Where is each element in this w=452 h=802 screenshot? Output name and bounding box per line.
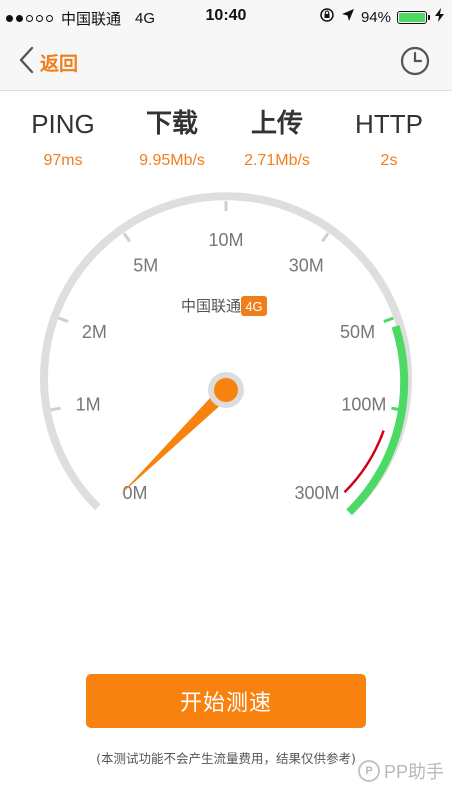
gauge-tick xyxy=(383,316,394,323)
gauge-tick xyxy=(122,232,131,243)
gauge-tick xyxy=(391,406,402,412)
gauge-tick xyxy=(321,232,330,243)
gauge-svg: 0M 1M 2M 5M 10M 30M 50M 100M 300M 中国联通 4G xyxy=(40,192,412,516)
status-right: 94% xyxy=(319,7,444,27)
gauge-tick-label: 0M xyxy=(122,483,147,503)
stat-label: HTTP xyxy=(355,109,423,139)
back-button[interactable]: 返回 xyxy=(18,42,78,82)
back-label: 返回 xyxy=(40,52,79,75)
stat-http: HTTP 2s xyxy=(334,104,444,170)
gauge-tick-label: 300M xyxy=(294,483,339,503)
gauge-tick xyxy=(50,406,61,412)
stat-value: 97ms xyxy=(43,152,83,169)
stat-ping: PING 97ms xyxy=(8,104,118,170)
battery-percent: 94% xyxy=(360,8,391,26)
stat-label: 下载 xyxy=(145,109,198,139)
gauge-tick-label: 30M xyxy=(289,255,324,275)
speed-stats: PING 97ms 下载 9.95Mb/s 上传 2.71Mb/s HTTP 2… xyxy=(0,104,452,184)
stat-label: 上传 xyxy=(250,109,303,139)
clock-icon xyxy=(398,46,432,82)
gauge-carrier-label: 中国联通 xyxy=(181,297,241,315)
stat-value: 2s xyxy=(380,152,398,169)
status-bar: 中国联通 4G 10:40 94% xyxy=(0,0,452,34)
gauge-tick-label: 2M xyxy=(82,322,107,342)
gauge-tick-label: 1M xyxy=(76,394,101,414)
location-arrow-icon xyxy=(341,8,355,26)
stat-value: 2.71Mb/s xyxy=(244,152,310,169)
gauge-tick-label: 5M xyxy=(133,255,158,275)
rotation-lock-icon xyxy=(319,7,335,27)
pp-logo-icon: P xyxy=(357,760,380,782)
stat-value: 9.95Mb/s xyxy=(139,152,205,169)
nav-bar: 返回 xyxy=(0,34,452,91)
battery-icon xyxy=(397,10,430,24)
speed-gauge: 0M 1M 2M 5M 10M 30M 50M 100M 300M 中国联通 4G xyxy=(0,190,452,550)
gauge-hub-center xyxy=(214,378,238,402)
history-button[interactable] xyxy=(398,44,432,78)
watermark: P PP助手 xyxy=(357,758,444,784)
stat-label: PING xyxy=(31,109,95,139)
stat-download: 下载 9.95Mb/s xyxy=(117,104,227,170)
network-badge-label: 4G xyxy=(245,299,262,314)
charging-bolt-icon xyxy=(435,8,444,26)
gauge-tick-label: 10M xyxy=(208,230,243,250)
gauge-high-speed-band xyxy=(346,325,409,516)
gauge-labels: 0M 1M 2M 5M 10M 30M 50M 100M 300M xyxy=(76,230,387,503)
gauge-tick xyxy=(58,316,69,323)
chevron-left-icon xyxy=(18,46,34,78)
start-test-button[interactable]: 开始测速 xyxy=(86,674,366,728)
stat-upload: 上传 2.71Mb/s xyxy=(222,104,332,170)
watermark-text: PP助手 xyxy=(383,762,444,782)
gauge-tick-label: 100M xyxy=(341,394,386,414)
gauge-tick-label: 50M xyxy=(340,322,375,342)
